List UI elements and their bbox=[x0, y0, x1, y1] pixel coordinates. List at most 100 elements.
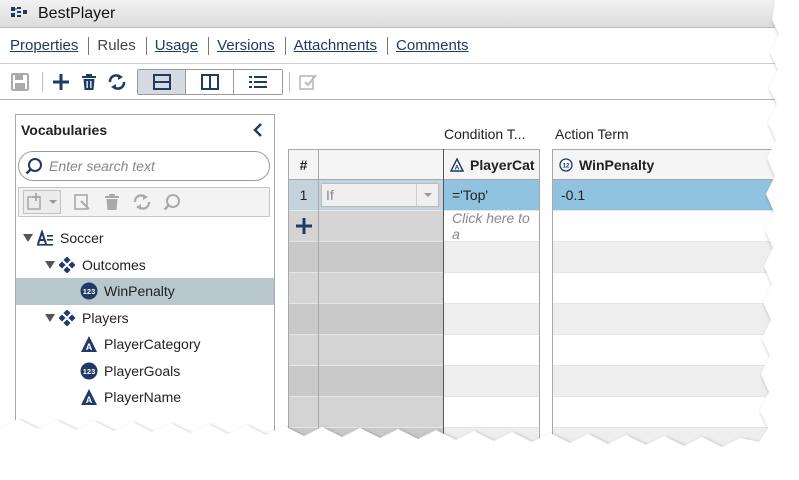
expand-toggle-icon[interactable] bbox=[44, 312, 56, 324]
action-cell[interactable]: -0.1 bbox=[553, 180, 775, 211]
numeric-icon: 12 bbox=[559, 157, 573, 172]
row-number-cell[interactable]: 1 bbox=[289, 180, 318, 211]
validate-icon bbox=[299, 73, 317, 90]
empty-cell bbox=[553, 211, 775, 242]
edit-item-button[interactable] bbox=[69, 190, 95, 214]
expand-toggle-icon[interactable] bbox=[44, 259, 56, 271]
tree-node-winpenalty[interactable]: 123 WinPenalty bbox=[16, 278, 274, 305]
operator-column-header bbox=[319, 149, 443, 180]
rules-grid: # 1 If A PlayerCat ='Top' Click here to … bbox=[288, 149, 775, 459]
title-bar: BestPlayer bbox=[0, 0, 775, 28]
refresh-icon bbox=[133, 194, 151, 210]
tab-versions[interactable]: Versions bbox=[217, 37, 285, 54]
character-icon: A bbox=[450, 157, 464, 172]
empty-cell bbox=[289, 304, 318, 335]
rule-set-tabs: Properties Rules Usage Versions Attachme… bbox=[0, 28, 775, 64]
tree-node-label: Soccer bbox=[60, 230, 104, 247]
find-usage-button[interactable] bbox=[159, 190, 185, 214]
empty-cell bbox=[553, 397, 775, 428]
rule-set-icon bbox=[10, 5, 30, 23]
refresh-vocabulary-button[interactable] bbox=[129, 190, 155, 214]
tab-rules[interactable]: Rules bbox=[97, 37, 145, 54]
tab-properties[interactable]: Properties bbox=[10, 37, 88, 54]
add-icon bbox=[295, 218, 312, 234]
empty-cell bbox=[319, 242, 443, 273]
delete-item-button[interactable] bbox=[99, 190, 125, 214]
add-rule-button[interactable] bbox=[49, 70, 73, 94]
add-row-button[interactable] bbox=[289, 211, 318, 242]
action-term-label: WinPenalty bbox=[579, 156, 655, 173]
validate-button[interactable] bbox=[296, 70, 320, 94]
tree-node-outcomes[interactable]: Outcomes bbox=[16, 252, 274, 279]
empty-cell bbox=[319, 335, 443, 366]
empty-cell bbox=[289, 366, 318, 397]
column-gap bbox=[540, 149, 553, 454]
empty-cell bbox=[444, 304, 539, 335]
search-input[interactable] bbox=[49, 158, 249, 174]
chevron-left-icon bbox=[253, 123, 262, 137]
empty-cell bbox=[319, 304, 443, 335]
empty-cell bbox=[444, 242, 539, 273]
new-item-dropdown[interactable] bbox=[23, 190, 61, 214]
rules-toolbar bbox=[0, 64, 775, 100]
empty-cell bbox=[319, 273, 443, 304]
list-view-icon bbox=[249, 75, 267, 88]
action-group-header: Action Term bbox=[555, 126, 629, 142]
vocabulary-toolbar bbox=[18, 187, 270, 217]
character-icon: A bbox=[80, 388, 98, 406]
save-icon bbox=[11, 72, 29, 91]
horizontal-layout-icon bbox=[152, 73, 171, 90]
new-condition-cell[interactable]: Click here to a bbox=[444, 210, 539, 242]
tree-node-playername[interactable]: A PlayerName bbox=[16, 384, 274, 411]
vertical-layout-icon bbox=[200, 73, 219, 90]
delete-icon bbox=[82, 73, 96, 90]
condition-cell[interactable]: ='Top' bbox=[444, 180, 539, 211]
tab-usage[interactable]: Usage bbox=[155, 37, 208, 54]
svg-text:A: A bbox=[455, 164, 460, 171]
list-view-button[interactable] bbox=[234, 69, 282, 94]
delete-icon bbox=[105, 194, 119, 210]
chevron-down-icon[interactable] bbox=[416, 184, 438, 206]
vocabulary-icon bbox=[36, 229, 54, 247]
collapse-panel-button[interactable] bbox=[250, 122, 266, 138]
operator-select[interactable]: If bbox=[321, 183, 439, 207]
toolbar-separator bbox=[42, 71, 43, 92]
tab-separator bbox=[145, 36, 147, 55]
expand-toggle-icon[interactable] bbox=[22, 232, 34, 244]
tree-node-playergoals[interactable]: 123 PlayerGoals bbox=[16, 358, 274, 385]
empty-cell bbox=[444, 397, 539, 428]
vertical-layout-button[interactable] bbox=[186, 69, 234, 94]
tree-node-playercategory[interactable]: A PlayerCategory bbox=[16, 331, 274, 358]
svg-text:123: 123 bbox=[83, 367, 96, 376]
entity-icon bbox=[58, 309, 76, 327]
empty-cell bbox=[289, 242, 318, 273]
tab-separator bbox=[208, 36, 210, 55]
tab-separator bbox=[387, 36, 389, 55]
refresh-button[interactable] bbox=[105, 70, 129, 94]
empty-cell bbox=[319, 211, 443, 242]
empty-cell bbox=[553, 242, 775, 273]
tab-comments[interactable]: Comments bbox=[396, 37, 479, 54]
empty-cell bbox=[289, 397, 318, 428]
number-column-header: # bbox=[289, 149, 318, 180]
add-icon bbox=[53, 73, 69, 90]
condition-term-label: PlayerCat bbox=[470, 156, 535, 173]
tree-node-players[interactable]: Players bbox=[16, 305, 274, 332]
tab-separator bbox=[88, 36, 90, 55]
tab-attachments[interactable]: Attachments bbox=[294, 37, 387, 54]
empty-cell bbox=[319, 397, 443, 428]
number-column: # 1 bbox=[288, 149, 319, 459]
tree-node-soccer[interactable]: Soccer bbox=[16, 225, 274, 252]
empty-cell bbox=[444, 335, 539, 366]
save-button[interactable] bbox=[8, 70, 32, 94]
svg-text:12: 12 bbox=[563, 163, 570, 169]
empty-cell bbox=[289, 273, 318, 304]
empty-cell bbox=[553, 273, 775, 304]
horizontal-layout-button[interactable] bbox=[138, 69, 186, 94]
action-term-header[interactable]: 12 WinPenalty bbox=[553, 149, 775, 180]
empty-cell bbox=[553, 366, 775, 397]
empty-cell bbox=[444, 366, 539, 397]
condition-term-header[interactable]: A PlayerCat bbox=[444, 149, 539, 180]
delete-rule-button[interactable] bbox=[77, 70, 101, 94]
toolbar-separator bbox=[289, 71, 290, 92]
